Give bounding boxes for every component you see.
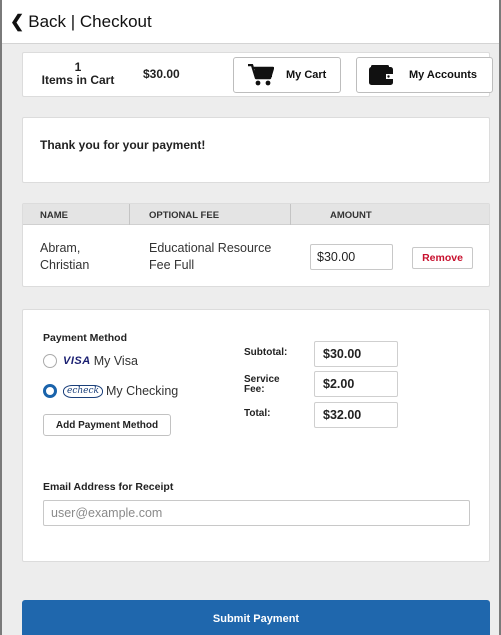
submit-payment-button[interactable]: Submit Payment (22, 600, 490, 635)
visa-logo-icon: VISA (63, 355, 91, 367)
payment-method-label: Payment Method (43, 332, 128, 344)
service-fee-label: Service Fee: (244, 375, 280, 395)
row-fee-line1: Educational Resource (149, 241, 272, 255)
remove-button[interactable]: Remove (412, 247, 473, 269)
back-checkout-link[interactable]: Back | Checkout (28, 12, 151, 32)
total-value: $32.00 (314, 402, 398, 428)
payment-panel: Payment Method VISA My Visa echeck My Ch… (22, 309, 490, 562)
radio-checking[interactable] (43, 384, 57, 398)
chevron-left-icon[interactable]: ❮ (10, 12, 24, 32)
email-receipt-label: Email Address for Receipt (43, 481, 174, 493)
payment-option-visa-label: My Visa (93, 354, 138, 368)
my-cart-button[interactable]: My Cart (233, 57, 341, 93)
my-cart-label: My Cart (286, 69, 327, 81)
thank-you-panel: Thank you for your payment! (22, 117, 490, 183)
wallet-icon (369, 65, 393, 85)
row-amount-field[interactable]: $30.00 (310, 244, 393, 270)
thank-you-message: Thank you for your payment! (40, 138, 206, 152)
row-fee: Educational Resource Fee Full (149, 240, 271, 274)
payment-option-checking-label: My Checking (105, 384, 179, 398)
row-name-line1: Abram, (40, 241, 81, 255)
payment-option-checking[interactable]: echeck My Checking (43, 384, 178, 398)
subtotal-value: $30.00 (314, 341, 398, 367)
add-payment-method-button[interactable]: Add Payment Method (43, 414, 171, 436)
column-header-name: NAME (40, 210, 68, 221)
my-accounts-label: My Accounts (409, 69, 478, 81)
my-accounts-button[interactable]: My Accounts (356, 57, 493, 93)
payment-option-visa[interactable]: VISA My Visa (43, 354, 138, 368)
radio-visa[interactable] (43, 354, 57, 368)
row-name: Abram, Christian (40, 240, 89, 274)
shopping-cart-icon (248, 64, 274, 86)
service-fee-label-line2: Fee: (244, 384, 265, 395)
column-divider (290, 204, 291, 225)
fee-table: NAME OPTIONAL FEE AMOUNT Abram, Christia… (22, 203, 490, 287)
column-header-amount: AMOUNT (330, 210, 372, 221)
table-header: NAME OPTIONAL FEE AMOUNT (23, 204, 489, 225)
cart-summary-bar: 1 Items in Cart $30.00 My Cart My Accoun… (22, 52, 493, 97)
header: ❮ Back | Checkout (2, 0, 499, 44)
row-name-line2: Christian (40, 258, 90, 272)
cart-item-count: 1 Items in Cart (33, 61, 123, 87)
cart-total: $30.00 (143, 67, 180, 81)
email-receipt-input[interactable] (43, 500, 470, 526)
cart-count-label: Items in Cart (41, 73, 115, 87)
column-divider (129, 204, 130, 225)
echeck-logo-icon: echeck (63, 384, 103, 398)
service-fee-value: $2.00 (314, 371, 398, 397)
total-label: Total: (244, 408, 271, 419)
subtotal-label: Subtotal: (244, 347, 288, 358)
row-fee-line2: Fee Full (149, 258, 195, 272)
column-header-optional-fee: OPTIONAL FEE (149, 210, 220, 221)
